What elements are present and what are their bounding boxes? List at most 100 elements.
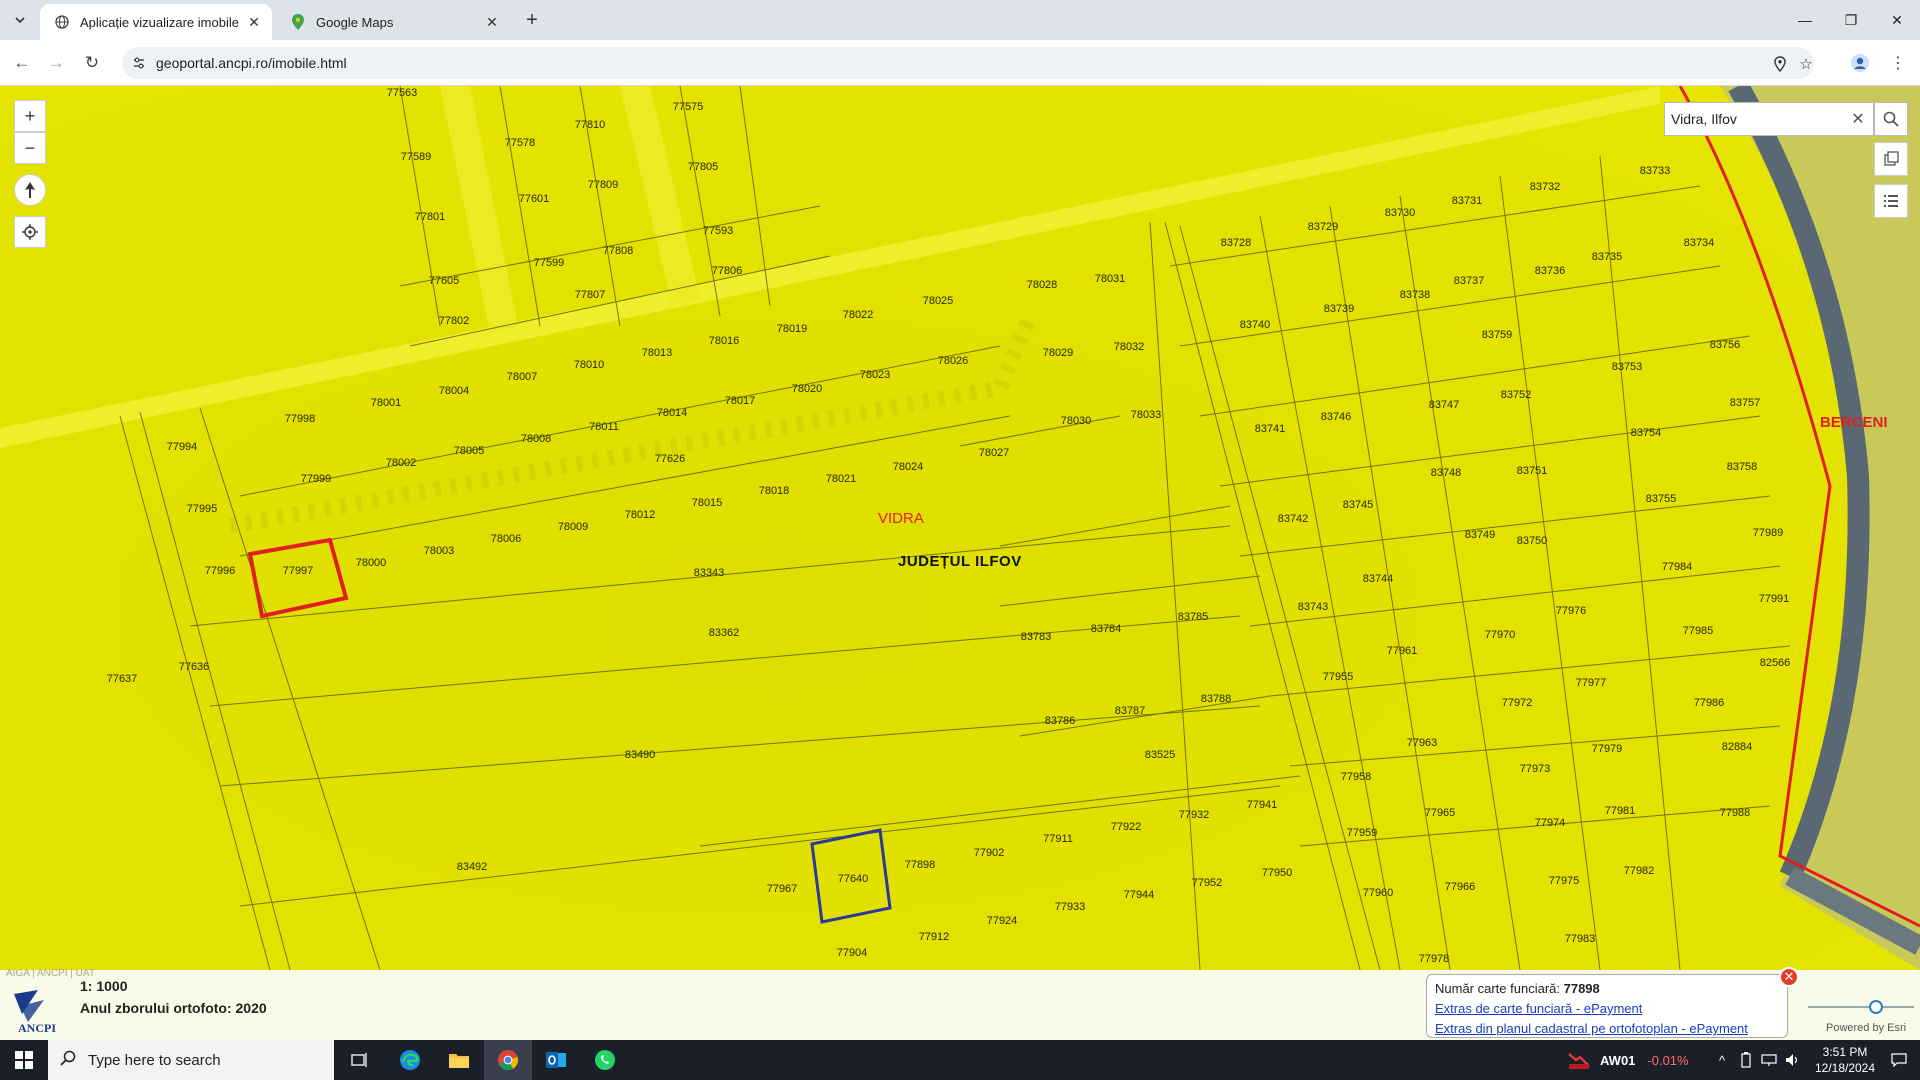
parcel-number-78018[interactable]: 78018	[759, 485, 790, 497]
parcel-number-78007[interactable]: 78007	[507, 371, 538, 383]
parcel-number-77975[interactable]: 77975	[1549, 875, 1580, 887]
parcel-number-77970[interactable]: 77970	[1485, 629, 1516, 641]
stock-widget[interactable]: AW01 -0.01%	[1568, 1040, 1689, 1080]
parcel-number-78002[interactable]: 78002	[386, 457, 417, 469]
parcel-number-78013[interactable]: 78013	[642, 347, 673, 359]
parcel-number-83759[interactable]: 83759	[1482, 329, 1513, 341]
whatsapp-icon[interactable]	[581, 1040, 629, 1080]
new-tab-button[interactable]: +	[520, 8, 544, 32]
parcel-number-77898[interactable]: 77898	[905, 859, 936, 871]
parcel-number-78024[interactable]: 78024	[893, 461, 924, 473]
parcel-number-83758[interactable]: 83758	[1727, 461, 1758, 473]
close-tab-icon[interactable]: ✕	[482, 12, 502, 32]
notifications-icon[interactable]	[1884, 1040, 1914, 1080]
network-icon[interactable]	[1758, 1040, 1780, 1080]
zoom-in-button[interactable]: +	[14, 100, 46, 132]
parcel-number-77986[interactable]: 77986	[1694, 697, 1725, 709]
parcel-number-77575[interactable]: 77575	[673, 101, 704, 113]
parcel-number-83757[interactable]: 83757	[1730, 397, 1761, 409]
parcel-number-83787[interactable]: 83787	[1115, 705, 1146, 717]
parcel-number-77981[interactable]: 77981	[1605, 805, 1636, 817]
close-window-icon[interactable]: ✕	[1874, 0, 1920, 40]
compass-north-icon[interactable]	[14, 174, 46, 206]
clear-search-icon[interactable]: ✕	[1849, 110, 1867, 128]
parcel-number-83754[interactable]: 83754	[1631, 427, 1662, 439]
bookmark-star-icon[interactable]: ☆	[1796, 54, 1816, 74]
tray-chevron-up-icon[interactable]: ^	[1712, 1040, 1732, 1080]
parcel-number-77593[interactable]: 77593	[703, 225, 734, 237]
parcel-number-77941[interactable]: 77941	[1247, 799, 1278, 811]
parcel-number-77976[interactable]: 77976	[1556, 605, 1587, 617]
parcel-number-78030[interactable]: 78030	[1061, 415, 1092, 427]
parcel-number-77805[interactable]: 77805	[688, 161, 719, 173]
parcel-number-78005[interactable]: 78005	[454, 445, 485, 457]
parcel-number-78015[interactable]: 78015	[692, 497, 723, 509]
windows-start-icon[interactable]	[0, 1040, 48, 1080]
extras-carte-funciara-link[interactable]: Extras de carte funciară - ePayment	[1435, 1001, 1642, 1016]
parcel-number-78016[interactable]: 78016	[709, 335, 740, 347]
parcel-number-83745[interactable]: 83745	[1343, 499, 1374, 511]
parcel-number-83737[interactable]: 83737	[1454, 275, 1485, 287]
parcel-number-77982[interactable]: 77982	[1624, 865, 1655, 877]
parcel-number-78011[interactable]: 78011	[589, 421, 619, 433]
parcel-number-78008[interactable]: 78008	[521, 433, 552, 445]
opacity-slider[interactable]	[1808, 1000, 1914, 1014]
parcel-number-78004[interactable]: 78004	[439, 385, 470, 397]
parcel-number-78009[interactable]: 78009	[558, 521, 589, 533]
edge-browser-icon[interactable]	[386, 1040, 434, 1080]
map-canvas[interactable]: 77563 77575 77589 77578 77810 77805 77801 77601…	[0, 86, 1920, 970]
parcel-number-77950[interactable]: 77950	[1262, 867, 1293, 879]
battery-icon[interactable]	[1736, 1040, 1756, 1080]
parcel-number-78025[interactable]: 78025	[923, 295, 954, 307]
parcel-number-83740[interactable]: 83740	[1240, 319, 1271, 331]
parcel-number-77640[interactable]: 77640	[838, 873, 869, 885]
parcel-number-83734[interactable]: 83734	[1684, 237, 1715, 249]
restore-icon[interactable]: ❐	[1828, 0, 1874, 40]
parcel-number-83752[interactable]: 83752	[1501, 389, 1532, 401]
tab-google-maps[interactable]: Google Maps ✕	[276, 4, 510, 40]
parcel-number-77989[interactable]: 77989	[1753, 527, 1784, 539]
parcel-number-78029[interactable]: 78029	[1043, 347, 1074, 359]
parcel-number-82566[interactable]: 82566	[1760, 657, 1791, 669]
menu-kebab-icon[interactable]: ⋮	[1884, 49, 1912, 77]
close-popup-icon[interactable]: ✕	[1779, 967, 1799, 987]
parcel-number-78032[interactable]: 78032	[1114, 341, 1145, 353]
parcel-number-83736[interactable]: 83736	[1535, 265, 1566, 277]
site-info-icon[interactable]	[130, 54, 148, 72]
parcel-number-77991[interactable]: 77991	[1759, 593, 1790, 605]
parcel-number-83741[interactable]: 83741	[1255, 423, 1286, 435]
parcel-number-83751[interactable]: 83751	[1517, 465, 1548, 477]
parcel-number-83731[interactable]: 83731	[1452, 195, 1483, 207]
parcel-number-77808[interactable]: 77808	[603, 245, 634, 257]
chrome-icon[interactable]	[484, 1040, 532, 1080]
parcel-number-77955[interactable]: 77955	[1323, 671, 1354, 683]
parcel-number-77999[interactable]: 77999	[301, 473, 332, 485]
parcel-number-83786[interactable]: 83786	[1045, 715, 1076, 727]
parcel-number-77912[interactable]: 77912	[919, 931, 950, 943]
parcel-number-78000[interactable]: 78000	[356, 557, 387, 569]
parcel-number-77810[interactable]: 77810	[575, 119, 606, 131]
parcel-number-83746[interactable]: 83746	[1321, 411, 1352, 423]
parcel-number-83343[interactable]: 83343	[694, 567, 725, 579]
parcel-number-77806[interactable]: 77806	[712, 265, 743, 277]
parcel-number-83783[interactable]: 83783	[1021, 631, 1052, 643]
profile-avatar-icon[interactable]	[1846, 49, 1874, 77]
parcel-number-77944[interactable]: 77944	[1124, 889, 1155, 901]
layer-list-icon[interactable]	[1874, 184, 1908, 218]
parcel-number-83732[interactable]: 83732	[1530, 181, 1561, 193]
parcel-number-78033[interactable]: 78033	[1131, 409, 1162, 421]
parcel-number-77983[interactable]: 77983	[1565, 933, 1596, 945]
parcel-number-77802[interactable]: 77802	[439, 315, 470, 327]
parcel-number-78022[interactable]: 78022	[843, 309, 874, 321]
parcel-number-77933[interactable]: 77933	[1055, 901, 1086, 913]
close-tab-icon[interactable]: ✕	[244, 12, 264, 32]
parcel-number-77959[interactable]: 77959	[1347, 827, 1378, 839]
parcel-number-83748[interactable]: 83748	[1431, 467, 1462, 479]
parcel-number-77801[interactable]: 77801	[415, 211, 446, 223]
parcel-number-83785[interactable]: 83785	[1178, 611, 1209, 623]
parcel-number-83755[interactable]: 83755	[1646, 493, 1677, 505]
map-search-input[interactable]	[1671, 109, 1841, 129]
parcel-number-77977[interactable]: 77977	[1576, 677, 1607, 689]
parcel-number-78023[interactable]: 78023	[860, 369, 891, 381]
parcel-number-77998[interactable]: 77998	[285, 413, 316, 425]
